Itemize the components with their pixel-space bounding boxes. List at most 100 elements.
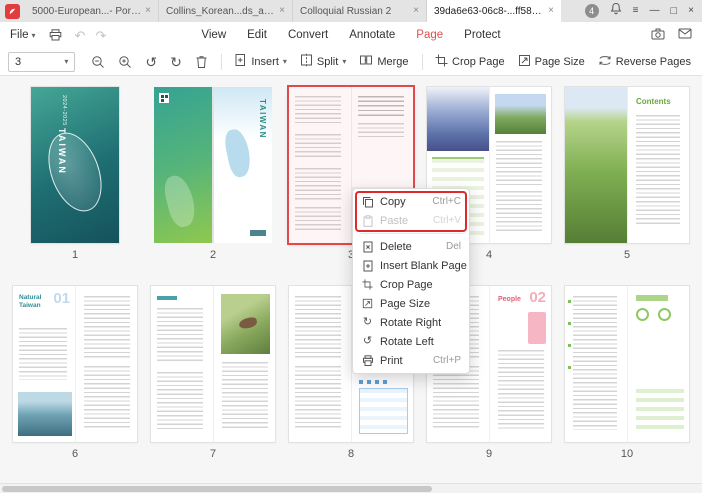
context-item-shortcut: Ctrl+P bbox=[433, 355, 461, 366]
undo-icon[interactable]: ↶ bbox=[75, 29, 86, 42]
left-page-photo bbox=[565, 87, 627, 243]
redo-icon[interactable]: ↷ bbox=[95, 29, 106, 42]
context-paste-disabled[interactable]: Paste Ctrl+V bbox=[353, 211, 469, 230]
context-rotate-right[interactable]: ↻ Rotate Right bbox=[353, 313, 469, 332]
zoom-in-button[interactable] bbox=[115, 53, 135, 71]
page-1-thumbnail[interactable]: 2024-2025 TAIWAN bbox=[31, 87, 119, 243]
merge-button[interactable]: Merge bbox=[356, 51, 411, 72]
notification-badge[interactable]: 4 bbox=[585, 4, 599, 18]
page-number-label: 2 bbox=[210, 249, 216, 261]
hamburger-menu-icon[interactable]: ≡ bbox=[633, 6, 639, 16]
qr-dots bbox=[161, 95, 164, 98]
tab-document-3[interactable]: Colloquial Russian 2 × bbox=[293, 0, 427, 22]
page-size-label: Page Size bbox=[535, 56, 585, 68]
rotate-right-button[interactable]: ↻ bbox=[167, 53, 185, 71]
menu-convert[interactable]: Convert bbox=[288, 29, 328, 41]
delete-icon bbox=[361, 241, 374, 253]
page-5-thumbnail[interactable]: Contents bbox=[565, 87, 689, 243]
page-10-thumbnail[interactable] bbox=[565, 286, 689, 442]
page-number-label: 10 bbox=[621, 448, 633, 460]
app-logo-icon[interactable] bbox=[5, 4, 20, 19]
context-print[interactable]: Print Ctrl+P bbox=[353, 351, 469, 370]
page-number-input[interactable]: 3 ▾ bbox=[8, 52, 75, 72]
split-button[interactable]: Split ▾ bbox=[297, 51, 349, 72]
page-number-label: 5 bbox=[624, 249, 630, 261]
crop-page-button[interactable]: Crop Page bbox=[432, 52, 508, 72]
mail-icon[interactable] bbox=[678, 28, 692, 42]
road-photo-art bbox=[495, 94, 546, 134]
context-delete[interactable]: Delete Del bbox=[353, 237, 469, 256]
context-page-size[interactable]: Page Size bbox=[353, 294, 469, 313]
coast-photo-art bbox=[18, 392, 72, 436]
rotate-left-button[interactable]: ↺ bbox=[142, 53, 160, 71]
caret-down-icon: ▾ bbox=[32, 31, 36, 40]
heading-bar-art bbox=[157, 296, 177, 300]
cover-oval-art bbox=[38, 125, 111, 218]
insert-label: Insert bbox=[251, 56, 279, 68]
cover-name: TAIWAN bbox=[258, 99, 267, 139]
tab-document-4-active[interactable]: 39da6e63-06c8-...ff58f36aa7ad * × bbox=[427, 0, 561, 22]
pink-block-art bbox=[528, 312, 546, 344]
tab-document-1[interactable]: 5000-European...- Portuguese * × bbox=[25, 0, 159, 22]
close-icon[interactable]: × bbox=[548, 6, 554, 16]
menu-annotate[interactable]: Annotate bbox=[349, 29, 395, 41]
screenshot-camera-icon[interactable] bbox=[651, 28, 665, 43]
right-page bbox=[627, 286, 689, 442]
section-title: Natural Taiwan bbox=[19, 294, 41, 310]
context-rotate-left[interactable]: ↺ Rotate Left bbox=[353, 332, 469, 351]
context-item-label: Page Size bbox=[380, 298, 461, 310]
context-menu-separator bbox=[359, 233, 463, 234]
titlebar-controls: 4 ≡ — □ × bbox=[585, 2, 702, 20]
text-lines bbox=[19, 328, 67, 380]
page-2-thumbnail[interactable]: TAIWAN bbox=[154, 87, 272, 243]
text-lines bbox=[295, 168, 341, 200]
context-copy[interactable]: Copy Ctrl+C bbox=[353, 192, 469, 211]
minimize-button[interactable]: — bbox=[650, 6, 660, 16]
maximize-button[interactable]: □ bbox=[671, 6, 678, 17]
close-window-button[interactable]: × bbox=[688, 6, 694, 16]
page-6-thumbnail[interactable]: Natural Taiwan 01 bbox=[13, 286, 137, 442]
file-menu[interactable]: File ▾ bbox=[10, 29, 36, 41]
tab-document-2[interactable]: Collins_Korean...ds_and_phrases * × bbox=[159, 0, 293, 22]
delete-page-button[interactable] bbox=[192, 53, 211, 71]
reverse-pages-button[interactable]: Reverse Pages bbox=[595, 52, 694, 72]
bell-icon[interactable] bbox=[610, 2, 622, 20]
print-icon[interactable] bbox=[46, 27, 65, 43]
close-icon[interactable]: × bbox=[413, 6, 419, 16]
scrollbar-thumb[interactable] bbox=[2, 486, 432, 492]
section-title-line1: Natural bbox=[19, 294, 41, 302]
front-cover-panel: TAIWAN bbox=[214, 87, 272, 243]
context-menu: Copy Ctrl+C Paste Ctrl+V Delete Del Inse… bbox=[352, 188, 470, 374]
blue-icons-art bbox=[359, 380, 363, 384]
right-page: Contents bbox=[627, 87, 689, 243]
context-crop-page[interactable]: Crop Page bbox=[353, 275, 469, 294]
text-lines bbox=[84, 296, 130, 358]
insert-button[interactable]: Insert ▾ bbox=[231, 51, 290, 72]
page-number-label: 4 bbox=[486, 249, 492, 261]
menubar-left-group: File ▾ ↶ ↷ bbox=[0, 27, 106, 43]
page-7-thumbnail[interactable] bbox=[151, 286, 275, 442]
menu-view[interactable]: View bbox=[201, 29, 226, 41]
split-page-icon bbox=[300, 53, 313, 70]
page-size-button[interactable]: Page Size bbox=[515, 52, 588, 72]
page-cell-2: TAIWAN 2 bbox=[144, 80, 282, 279]
tab-bar: 5000-European...- Portuguese * × Collins… bbox=[0, 0, 702, 22]
horizontal-scrollbar[interactable] bbox=[0, 483, 702, 493]
zoom-out-button[interactable] bbox=[88, 53, 108, 71]
tab-label: 5000-European...- Portuguese * bbox=[32, 6, 141, 17]
caret-down-icon[interactable]: ▾ bbox=[64, 57, 68, 66]
menu-page-active[interactable]: Page bbox=[416, 29, 443, 41]
context-insert-blank-page[interactable]: Insert Blank Page bbox=[353, 256, 469, 275]
merge-label: Merge bbox=[377, 56, 408, 68]
close-icon[interactable]: × bbox=[145, 6, 151, 16]
context-item-label: Paste bbox=[380, 215, 427, 227]
insert-page-icon bbox=[234, 53, 247, 70]
menu-edit[interactable]: Edit bbox=[247, 29, 267, 41]
left-page: Natural Taiwan 01 bbox=[13, 286, 75, 442]
copy-icon bbox=[361, 196, 374, 208]
menu-protect[interactable]: Protect bbox=[464, 29, 500, 41]
text-lines bbox=[496, 191, 542, 233]
close-icon[interactable]: × bbox=[279, 6, 285, 16]
contents-title: Contents bbox=[636, 97, 671, 106]
rotate-right-icon: ↻ bbox=[361, 317, 374, 328]
